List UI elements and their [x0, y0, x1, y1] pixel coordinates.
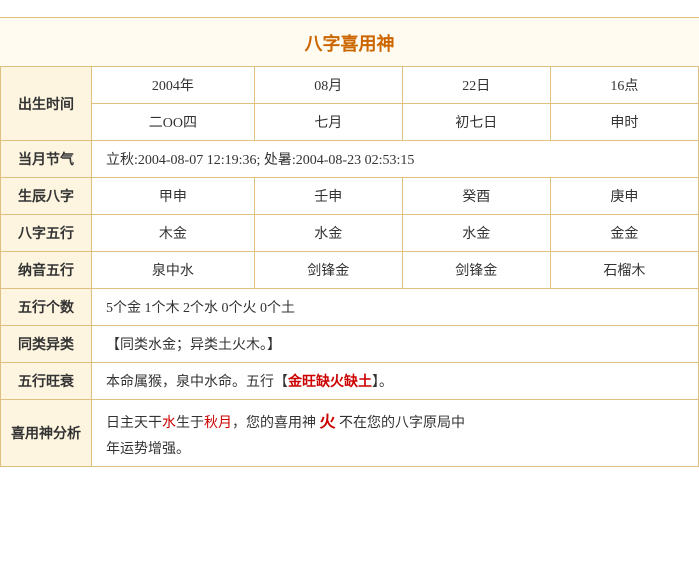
main-container: 八字喜用神 出生时间 2004年 08月 22日 16点 二OO四 七月 初七日… [0, 0, 699, 467]
jieqi-label: 当月节气 [1, 141, 92, 178]
xiyong-autumn: 秋月 [204, 416, 232, 431]
table-row: 喜用神分析 日主天干水生于秋月，您的喜用神 火 不在您的八字原局中 年运势增强。 [1, 400, 699, 467]
birth-day: 22日 [402, 67, 550, 104]
nayin-col1: 泉中水 [92, 252, 255, 289]
xiyong-line1-mid: 生于 [176, 416, 204, 431]
page-title: 八字喜用神 [0, 18, 699, 66]
bazi-col3: 癸酉 [402, 178, 550, 215]
xiyong-line2: 年运势增强。 [106, 438, 688, 458]
birth-month: 08月 [254, 67, 402, 104]
bazi-col1: 甲申 [92, 178, 255, 215]
bazi-col4: 庚申 [550, 178, 698, 215]
table-row: 五行个数 5个金 1个木 2个水 0个火 0个土 [1, 289, 699, 326]
birth-hour: 16点 [550, 67, 698, 104]
xiyong-line1-end: 不在您的八字原局中 [336, 416, 466, 431]
nayin-col4: 石榴木 [550, 252, 698, 289]
table-row: 同类异类 【同类水金；异类土火木。】 [1, 326, 699, 363]
scroll-top [0, 0, 699, 18]
xiyong-fire: 火 [320, 408, 336, 432]
xiyong-water: 水 [162, 416, 176, 431]
tonglei-value: 【同类水金；异类土火木。】 [92, 326, 699, 363]
table-row: 当月节气 立秋:2004-08-07 12:19:36; 处暑:2004-08-… [1, 141, 699, 178]
wangshui-suffix: 】。 [372, 375, 393, 390]
xiyong-line1-suffix: ，您的喜用神 [232, 416, 320, 431]
bazi-label: 生辰八字 [1, 178, 92, 215]
birth-year-cn: 二OO四 [92, 104, 255, 141]
xiyong-label: 喜用神分析 [1, 400, 92, 467]
nayin-col3: 剑锋金 [402, 252, 550, 289]
table-row: 二OO四 七月 初七日 申时 [1, 104, 699, 141]
birth-hour-cn: 申时 [550, 104, 698, 141]
bazi-col2: 壬申 [254, 178, 402, 215]
table-row: 五行旺衰 本命属猴，泉中水命。五行【金旺缺火缺土】。 [1, 363, 699, 400]
xiyong-line1-prefix: 日主天干 [106, 416, 162, 431]
wuxing-col1: 木金 [92, 215, 255, 252]
birth-day-cn: 初七日 [402, 104, 550, 141]
table-row: 八字五行 木金 水金 水金 金金 [1, 215, 699, 252]
wuxing-label: 八字五行 [1, 215, 92, 252]
table-row: 纳音五行 泉中水 剑锋金 剑锋金 石榴木 [1, 252, 699, 289]
table-row: 生辰八字 甲申 壬申 癸酉 庚申 [1, 178, 699, 215]
jieqi-value: 立秋:2004-08-07 12:19:36; 处暑:2004-08-23 02… [92, 141, 699, 178]
birth-month-cn: 七月 [254, 104, 402, 141]
count-value: 5个金 1个木 2个水 0个火 0个土 [92, 289, 699, 326]
xiyong-value: 日主天干水生于秋月，您的喜用神 火 不在您的八字原局中 年运势增强。 [92, 400, 699, 467]
wangshui-prefix: 本命属猴，泉中水命。五行【 [106, 375, 288, 390]
wangshui-bold: 金旺缺火缺土 [288, 375, 372, 390]
wangshui-value: 本命属猴，泉中水命。五行【金旺缺火缺土】。 [92, 363, 699, 400]
xiyong-line1: 日主天干水生于秋月，您的喜用神 火 不在您的八字原局中 [106, 408, 688, 432]
nayin-col2: 剑锋金 [254, 252, 402, 289]
table-row: 出生时间 2004年 08月 22日 16点 [1, 67, 699, 104]
bazi-table: 出生时间 2004年 08月 22日 16点 二OO四 七月 初七日 申时 当月… [0, 66, 699, 467]
wuxing-col3: 水金 [402, 215, 550, 252]
wuxing-col4: 金金 [550, 215, 698, 252]
birth-year: 2004年 [92, 67, 255, 104]
tonglei-label: 同类异类 [1, 326, 92, 363]
wangshui-label: 五行旺衰 [1, 363, 92, 400]
wuxing-col2: 水金 [254, 215, 402, 252]
count-label: 五行个数 [1, 289, 92, 326]
birth-time-label: 出生时间 [1, 67, 92, 141]
nayin-label: 纳音五行 [1, 252, 92, 289]
